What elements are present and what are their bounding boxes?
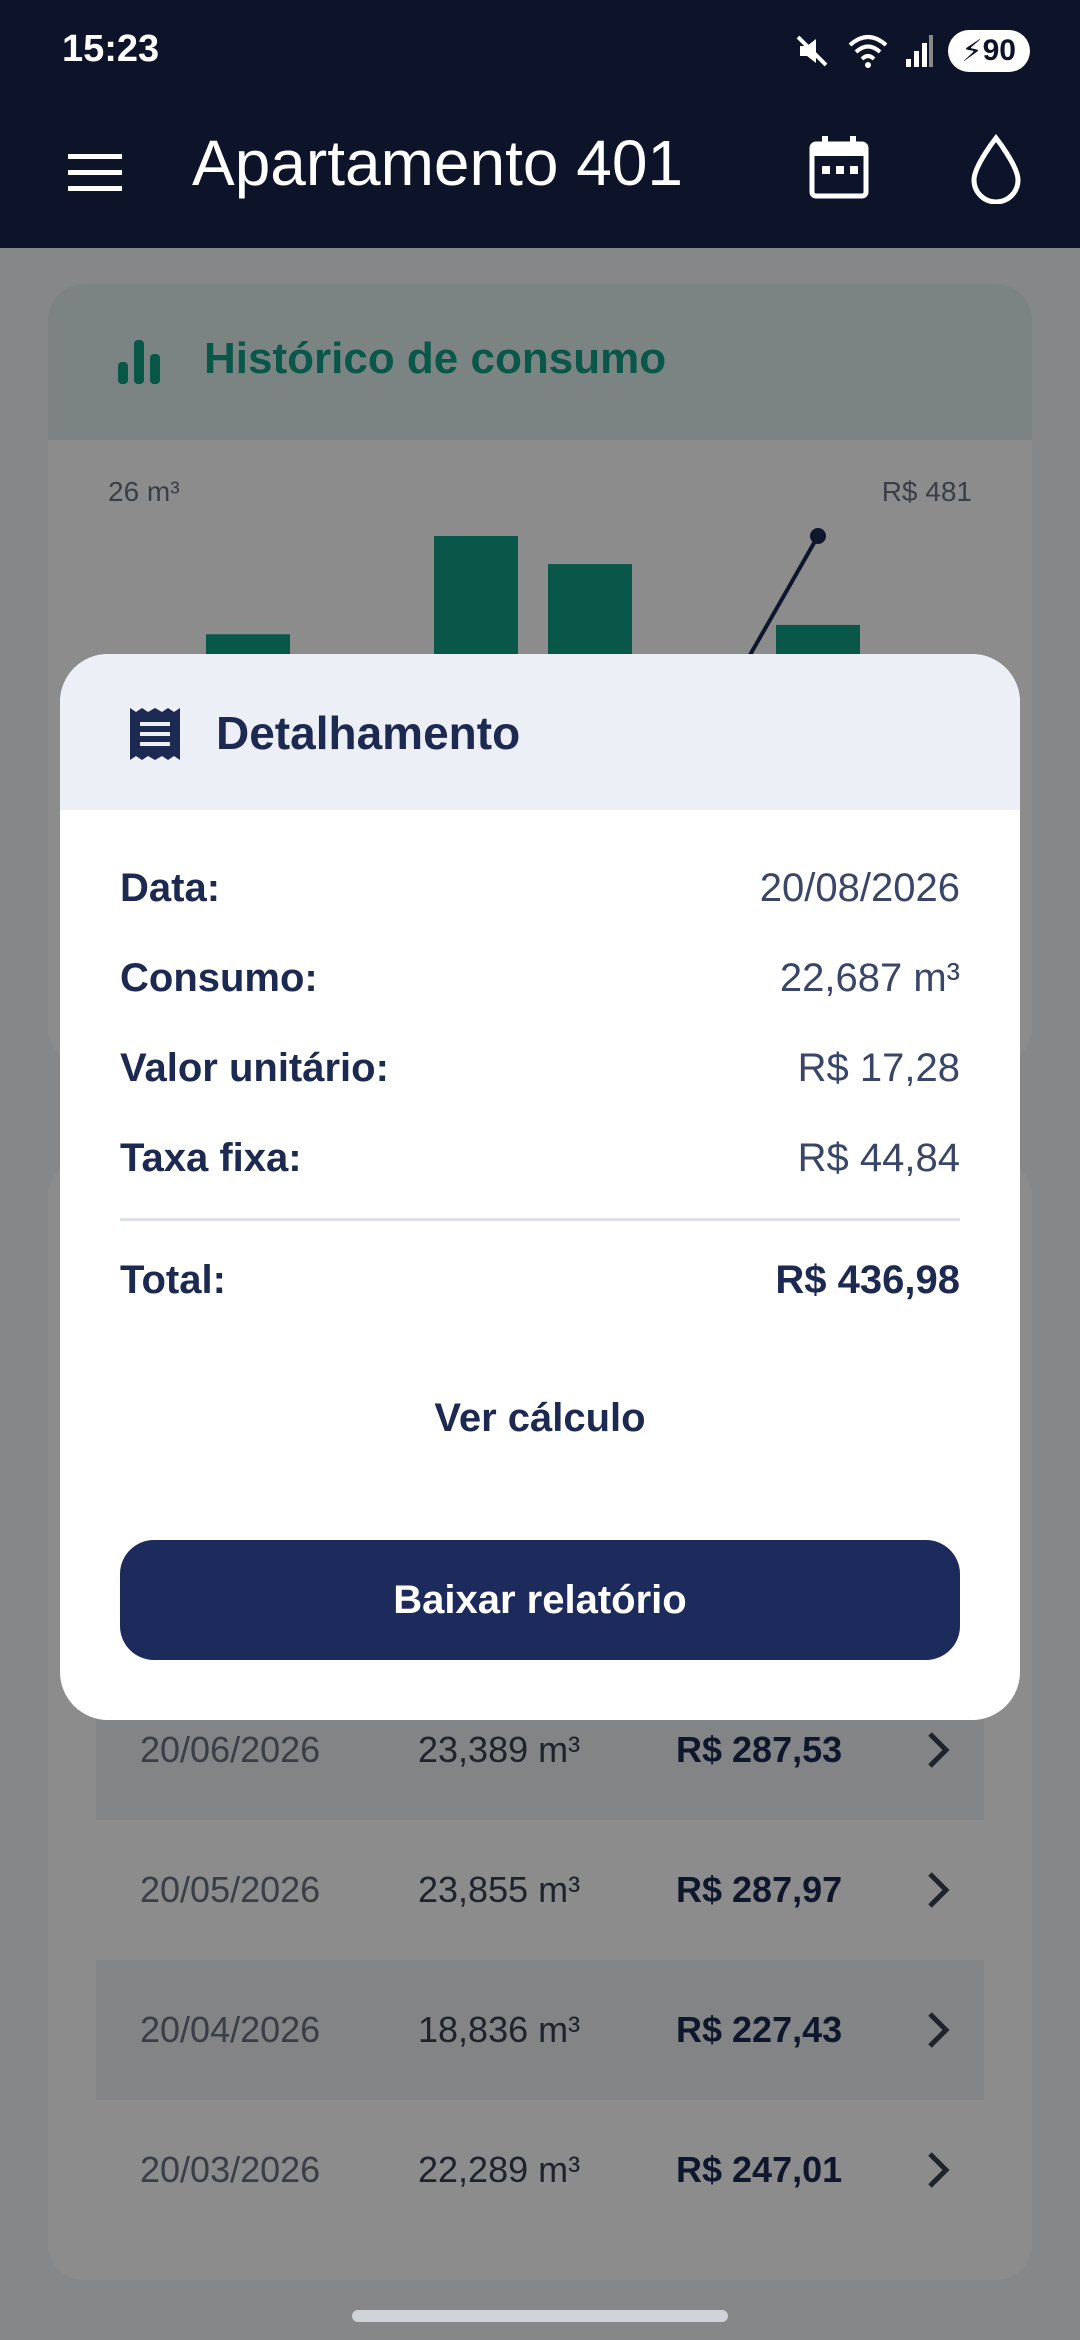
- view-calculation-button[interactable]: Ver cálculo: [60, 1396, 1020, 1441]
- calendar-icon[interactable]: [808, 134, 870, 200]
- divider: [120, 1218, 960, 1221]
- total-label: Total:: [120, 1258, 226, 1302]
- mute-icon: [796, 35, 827, 67]
- receipt-icon: [130, 708, 180, 760]
- wifi-icon: [848, 35, 887, 68]
- detail-value: R$ 17,28: [797, 1046, 960, 1090]
- dialog-header: Detalhamento: [60, 654, 1020, 810]
- detail-dialog: Detalhamento Data: 20/08/2026 Consumo: 2…: [60, 654, 1020, 1720]
- detail-value: 20/08/2026: [759, 866, 960, 910]
- home-indicator[interactable]: [352, 2310, 728, 2322]
- battery-indicator: ⚡ 90: [947, 30, 1030, 72]
- detail-value: 22,687 m³: [779, 956, 960, 1000]
- download-report-button[interactable]: Baixar relatório: [120, 1540, 960, 1660]
- detail-label: Consumo:: [120, 956, 318, 1000]
- dialog-title: Detalhamento: [216, 707, 521, 759]
- detail-value: R$ 44,84: [797, 1136, 960, 1180]
- status-icons: ⚡ 90: [792, 30, 1030, 72]
- battery-level: 90: [982, 34, 1016, 67]
- status-time: 15:23: [62, 28, 160, 70]
- detail-label: Taxa fixa:: [120, 1136, 302, 1180]
- detail-label: Valor unitário:: [120, 1046, 389, 1090]
- signal-icon: [905, 35, 933, 67]
- page-title: Apartamento 401: [192, 127, 683, 199]
- app-bar: Apartamento 401: [0, 100, 1080, 248]
- water-drop-icon[interactable]: [966, 134, 1026, 204]
- total-value: R$ 436,98: [775, 1258, 960, 1302]
- bolt-icon: ⚡: [961, 34, 983, 68]
- status-bar: 15:23 ⚡ 90: [0, 0, 1080, 100]
- menu-icon[interactable]: [66, 144, 124, 202]
- detail-label: Data:: [120, 866, 221, 910]
